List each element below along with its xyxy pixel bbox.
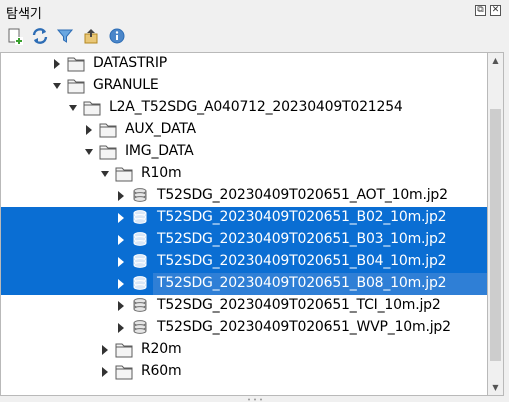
tree-item-label: T52SDG_20230409T020651_AOT_10m.jp2	[157, 187, 448, 203]
chevron-right-icon[interactable]	[99, 366, 111, 378]
raster-layer-icon	[133, 232, 147, 246]
tree-raster-row[interactable]: T52SDG_20230409T020651_B04_10m.jp2	[1, 251, 487, 273]
folder-icon	[67, 57, 85, 72]
tree-item-label: T52SDG_20230409T020651_B03_10m.jp2	[157, 231, 447, 247]
tree-item-label: AUX_DATA	[125, 121, 196, 137]
browser-toolbar	[0, 24, 509, 48]
raster-layer-icon	[133, 298, 147, 312]
folder-open-icon	[115, 167, 133, 182]
chevron-down-icon[interactable]	[67, 102, 79, 114]
folder-icon	[115, 365, 133, 380]
folder-open-icon	[67, 79, 85, 94]
tree-folder-row[interactable]: GRANULE	[1, 75, 487, 97]
tree-folder-row[interactable]: IMG_DATA	[1, 141, 487, 163]
chevron-right-icon[interactable]	[115, 300, 127, 312]
chevron-right-icon[interactable]	[115, 190, 127, 202]
folder-open-icon	[99, 145, 117, 160]
chevron-right-icon[interactable]	[51, 58, 63, 70]
filter-icon[interactable]	[56, 27, 74, 45]
close-panel-button[interactable]: ✕	[490, 5, 501, 16]
raster-layer-icon	[133, 276, 147, 290]
tree-item-label: T52SDG_20230409T020651_B02_10m.jp2	[157, 209, 447, 225]
tree-folder-row[interactable]: R20m	[1, 339, 487, 361]
tree-folder-row[interactable]: DATASTRIP	[1, 53, 487, 75]
raster-layer-icon	[133, 254, 147, 268]
raster-layer-icon	[133, 320, 147, 334]
tree-item-label: T52SDG_20230409T020651_TCI_10m.jp2	[157, 297, 441, 313]
tree-item-label: R10m	[141, 165, 182, 181]
tree-raster-row[interactable]: T52SDG_20230409T020651_AOT_10m.jp2	[1, 185, 487, 207]
chevron-right-icon[interactable]	[115, 234, 127, 246]
browser-tree[interactable]: DATASTRIP GRANULE L2A_T52SDG_A040712_20230…	[0, 52, 487, 396]
tree-item-label: R20m	[141, 341, 182, 357]
panel-title: 탐색기	[6, 7, 42, 22]
raster-layer-icon	[133, 188, 147, 202]
resize-grip-icon[interactable]	[246, 398, 264, 401]
scroll-up-arrow-icon[interactable]: ▲	[488, 53, 503, 68]
tree-raster-row[interactable]: T52SDG_20230409T020651_B08_10m.jp2	[1, 273, 487, 295]
chevron-right-icon[interactable]	[83, 124, 95, 136]
tree-raster-row[interactable]: T52SDG_20230409T020651_TCI_10m.jp2	[1, 295, 487, 317]
chevron-right-icon[interactable]	[115, 212, 127, 224]
tree-item-label: R60m	[141, 363, 182, 379]
chevron-right-icon[interactable]	[99, 344, 111, 356]
tree-item-label: DATASTRIP	[93, 55, 168, 71]
tree-item-label: T52SDG_20230409T020651_WVP_10m.jp2	[157, 319, 451, 335]
chevron-right-icon[interactable]	[115, 256, 127, 268]
panel-titlebar: 탐색기 ⧉ ✕	[0, 0, 509, 22]
folder-open-icon	[83, 101, 101, 116]
refresh-icon[interactable]	[31, 27, 49, 45]
collapse-all-icon[interactable]	[82, 27, 100, 45]
float-panel-button[interactable]: ⧉	[475, 5, 486, 16]
scrollbar-thumb[interactable]	[490, 109, 501, 361]
chevron-right-icon[interactable]	[115, 322, 127, 334]
tree-raster-row[interactable]: T52SDG_20230409T020651_B02_10m.jp2	[1, 207, 487, 229]
tree-folder-row[interactable]: AUX_DATA	[1, 119, 487, 141]
tree-item-label: IMG_DATA	[125, 143, 194, 159]
chevron-right-icon[interactable]	[115, 278, 127, 290]
chevron-down-icon[interactable]	[83, 146, 95, 158]
tree-raster-row[interactable]: T52SDG_20230409T020651_WVP_10m.jp2	[1, 317, 487, 339]
scroll-down-arrow-icon[interactable]: ▼	[488, 380, 503, 395]
vertical-scrollbar[interactable]: ▲ ▼	[487, 52, 504, 396]
tree-item-label: GRANULE	[93, 77, 159, 93]
tree-folder-row[interactable]: R60m	[1, 361, 487, 383]
tree-folder-row[interactable]: R10m	[1, 163, 487, 185]
tree-item-label: T52SDG_20230409T020651_B04_10m.jp2	[157, 253, 447, 269]
add-layer-icon[interactable]	[6, 27, 24, 45]
tree-item-label: L2A_T52SDG_A040712_20230409T021254	[109, 99, 403, 115]
raster-layer-icon	[133, 210, 147, 224]
folder-icon	[115, 343, 133, 358]
chevron-down-icon[interactable]	[51, 80, 63, 92]
info-icon[interactable]	[108, 27, 126, 45]
chevron-down-icon[interactable]	[99, 168, 111, 180]
tree-item-label: T52SDG_20230409T020651_B08_10m.jp2	[157, 275, 447, 291]
tree-raster-row[interactable]: T52SDG_20230409T020651_B03_10m.jp2	[1, 229, 487, 251]
tree-folder-row[interactable]: L2A_T52SDG_A040712_20230409T021254	[1, 97, 487, 119]
folder-icon	[99, 123, 117, 138]
